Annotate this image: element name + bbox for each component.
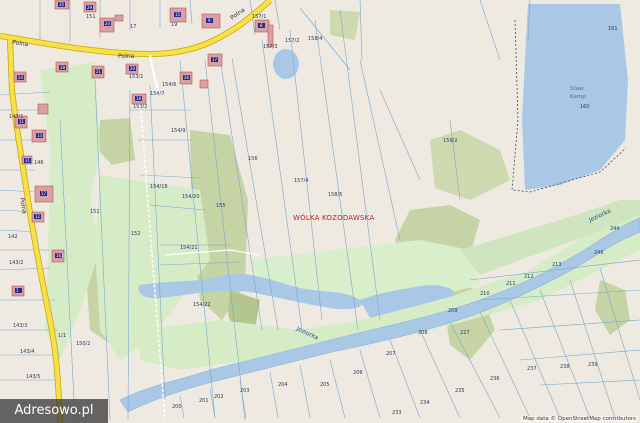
- parcel-label: 19: [171, 22, 177, 28]
- map-canvas: WÓLKA KOZODAWSKA Staw Kamp 160 Polna Pol…: [0, 0, 640, 423]
- parcel-label: 210: [480, 291, 490, 297]
- parcel-label: 239: [588, 362, 598, 368]
- parcel-label: 233: [392, 410, 402, 416]
- parcel-label: 207: [386, 351, 396, 357]
- house-number: 21: [96, 69, 102, 74]
- house-number: 15: [175, 12, 181, 17]
- parcel-label: 201: [199, 398, 209, 404]
- parcel-label: 212: [524, 274, 534, 280]
- village-label: WÓLKA KOZODAWSKA: [293, 213, 374, 222]
- map-attribution[interactable]: Map data © OpenStreetMap contributors: [521, 416, 638, 422]
- house-number: 20: [130, 66, 136, 71]
- house-number: 24: [18, 75, 24, 80]
- parcel-label: 206: [353, 370, 363, 376]
- parcel-label: 158/4: [308, 36, 322, 42]
- parcel-label: 205: [320, 382, 330, 388]
- parcel-label: 1/1: [58, 333, 66, 339]
- house-number: 24: [105, 21, 111, 26]
- parcel-label: 151: [86, 14, 96, 20]
- house-number: 17: [41, 191, 47, 196]
- house-number: 11: [19, 119, 25, 124]
- parcel-label: 142: [8, 234, 18, 240]
- house-number: 26: [184, 75, 190, 80]
- parcel-label: 238: [560, 364, 570, 370]
- parcel-label: 150/2: [76, 341, 90, 347]
- parcel-label: 159/2: [443, 138, 457, 144]
- parcel-label: 157/1: [252, 14, 266, 20]
- map-view[interactable]: WÓLKA KOZODAWSKA Staw Kamp 160 Polna Pol…: [0, 0, 640, 423]
- house-number: 28: [60, 65, 66, 70]
- parcel-label: 202: [214, 394, 224, 400]
- parcel-label: 153/1: [129, 74, 143, 80]
- lake-parcel-label: 160: [580, 104, 590, 110]
- house-number: 17: [212, 57, 218, 62]
- parcel-label: 154/20: [182, 194, 200, 200]
- house-number: 12: [35, 214, 41, 219]
- parcel-label: 17: [130, 24, 136, 30]
- parcel-label: 157/3: [263, 44, 277, 50]
- house-number: 18: [136, 96, 142, 101]
- lake-label-line1: Staw: [570, 86, 584, 92]
- house-number: 35: [59, 2, 65, 7]
- parcel-label: 154/21: [180, 245, 198, 251]
- parcel-label: 143/4: [20, 349, 34, 355]
- parcel-label: 152: [131, 231, 141, 237]
- parcel-label: 208: [418, 330, 428, 336]
- parcel-label: 153/2: [133, 104, 147, 110]
- parcel-label: 203: [240, 388, 250, 394]
- parcel-label: 143/3: [13, 323, 27, 329]
- house-number: 13: [37, 133, 43, 138]
- parcel-label: 211: [506, 281, 516, 287]
- road-connector: [7, 39, 15, 91]
- parcel-label: 154/7: [150, 91, 164, 97]
- parcel-label: 235: [455, 388, 465, 394]
- adresowo-watermark: Adresowo.pl: [0, 399, 108, 423]
- parcel-label: 157/2: [285, 38, 299, 44]
- parcel-label: 146: [34, 160, 44, 166]
- parcel-label: 227: [460, 330, 470, 336]
- parcel-label: 213: [552, 262, 562, 268]
- parcel-label: 143/5: [26, 374, 40, 380]
- parcel-label: 157/4: [294, 178, 308, 184]
- parcel-label: 204: [278, 382, 288, 388]
- parcel-label: 244: [610, 226, 620, 232]
- parcel-label: 209: [448, 308, 458, 314]
- parcel-label: 154/18: [150, 184, 168, 190]
- parcel-label: 246: [594, 250, 604, 256]
- parcel-label: 158/5: [328, 192, 342, 198]
- parcel-label: 161: [608, 26, 618, 32]
- parcel-label: 200: [172, 404, 182, 410]
- parcel-label: 236: [490, 376, 500, 382]
- parcel-label: 154/6: [162, 82, 176, 88]
- street-label-polna-center: Polna: [118, 53, 135, 60]
- parcel-label: 234: [420, 400, 430, 406]
- parcel-label: 156: [248, 156, 258, 162]
- parcel-label: 143/2: [9, 260, 23, 266]
- lake-label-line2: Kamp: [570, 94, 586, 100]
- house-number: 31: [25, 158, 31, 163]
- parcel-label: 154/22: [193, 302, 211, 308]
- house-number: 29: [87, 5, 93, 10]
- forest-patch-9: [330, 10, 360, 40]
- house-number: 163: [56, 253, 64, 258]
- parcel-label: 237: [527, 366, 537, 372]
- parcel-label: 154/9: [171, 128, 185, 134]
- parcel-label: 151: [90, 209, 100, 215]
- parcel-label: 155: [216, 203, 226, 209]
